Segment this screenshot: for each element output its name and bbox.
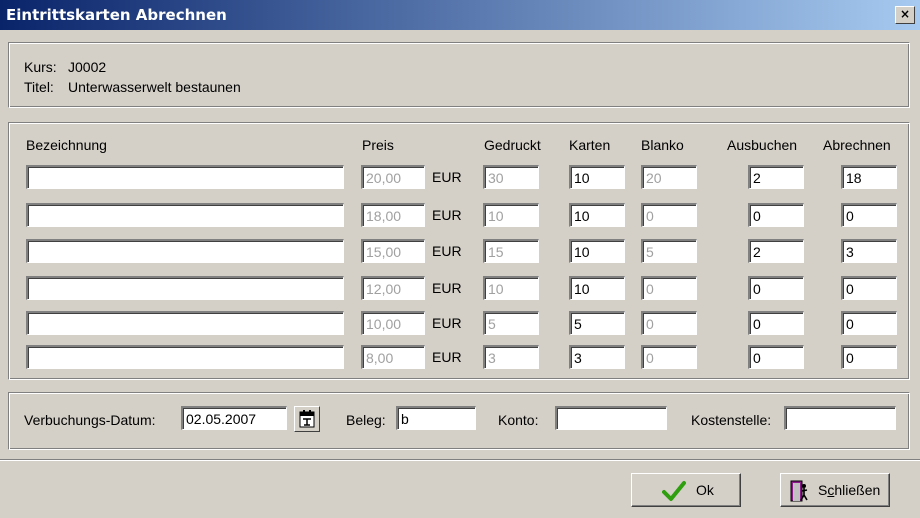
row-3-gedruckt-field: 15 <box>483 239 539 263</box>
row-6-preis-field: 8,00 <box>361 345 425 369</box>
row-6-bezeichnung-field[interactable] <box>26 345 344 369</box>
row-4-gedruckt-field: 10 <box>483 276 539 300</box>
schliessen-label-prefix: S <box>818 482 828 498</box>
row-5-ausbuchen-field[interactable]: 0 <box>748 311 804 335</box>
kostenstelle-field[interactable] <box>784 406 896 430</box>
ok-label: Ok <box>696 482 714 498</box>
ok-button[interactable]: Ok <box>631 473 741 507</box>
row-6-abrechnen-field[interactable]: 0 <box>841 345 897 369</box>
row-1-abrechnen-field[interactable]: 18 <box>841 165 897 189</box>
row-5-preis-field: 10,00 <box>361 311 425 335</box>
header-bezeichnung: Bezeichnung <box>26 137 107 153</box>
row-4-preis-field: 12,00 <box>361 276 425 300</box>
header-preis: Preis <box>362 137 394 153</box>
row-3-karten-field[interactable]: 10 <box>569 239 625 263</box>
row-1-bezeichnung-field[interactable] <box>26 165 344 189</box>
title-bar[interactable]: Eintrittskarten Abrechnen × <box>0 0 920 30</box>
row-2-abrechnen-field[interactable]: 0 <box>841 203 897 227</box>
row-3-abrechnen-field[interactable]: 3 <box>841 239 897 263</box>
row-1-ausbuchen-field[interactable]: 2 <box>748 165 804 189</box>
row-4-currency: EUR <box>432 280 462 296</box>
row-6-karten-field[interactable]: 3 <box>569 345 625 369</box>
datum-label: Verbuchungs-Datum: <box>24 412 156 428</box>
header-karten: Karten <box>569 137 611 153</box>
row-3-ausbuchen-field[interactable]: 2 <box>748 239 804 263</box>
row-6-blanko-field: 0 <box>641 345 697 369</box>
door-exit-icon <box>788 479 810 506</box>
row-2-bezeichnung-field[interactable] <box>26 203 344 227</box>
kurs-label: Kurs: <box>24 59 57 75</box>
schliessen-label-suffix: hließen <box>834 482 881 498</box>
titel-value: Unterwasserwelt bestaunen <box>68 79 241 95</box>
row-4-bezeichnung-field[interactable] <box>26 276 344 300</box>
row-2-preis-field: 18,00 <box>361 203 425 227</box>
footer-separator <box>0 459 920 461</box>
kostenstelle-label: Kostenstelle: <box>691 412 772 428</box>
row-2-ausbuchen-field[interactable]: 0 <box>748 203 804 227</box>
row-3-blanko-field: 5 <box>641 239 697 263</box>
schliessen-button[interactable]: Schließen <box>780 473 890 507</box>
row-6-gedruckt-field: 3 <box>483 345 539 369</box>
row-6-currency: EUR <box>432 349 462 365</box>
row-1-preis-field: 20,00 <box>361 165 425 189</box>
row-2-currency: EUR <box>432 207 462 223</box>
row-4-abrechnen-field[interactable]: 0 <box>841 276 897 300</box>
close-window-button[interactable]: × <box>895 6 915 24</box>
row-5-gedruckt-field: 5 <box>483 311 539 335</box>
calendar-button[interactable] <box>294 406 320 432</box>
header-abrechnen: Abrechnen <box>823 137 891 153</box>
konto-label: Konto: <box>498 412 539 428</box>
row-5-abrechnen-field[interactable]: 0 <box>841 311 897 335</box>
row-5-currency: EUR <box>432 315 462 331</box>
row-4-karten-field[interactable]: 10 <box>569 276 625 300</box>
row-2-gedruckt-field: 10 <box>483 203 539 227</box>
titel-label: Titel: <box>24 79 54 95</box>
row-5-karten-field[interactable]: 5 <box>569 311 625 335</box>
header-blanko: Blanko <box>641 137 684 153</box>
kurs-value: J0002 <box>68 59 107 75</box>
row-5-blanko-field: 0 <box>641 311 697 335</box>
beleg-label: Beleg: <box>346 412 386 428</box>
row-3-bezeichnung-field[interactable] <box>26 239 344 263</box>
row-3-preis-field: 15,00 <box>361 239 425 263</box>
window-title: Eintrittskarten Abrechnen <box>6 6 227 24</box>
schliessen-label: Schließen <box>818 482 880 498</box>
row-2-karten-field[interactable]: 10 <box>569 203 625 227</box>
header-ausbuchen: Ausbuchen <box>727 137 798 153</box>
header-gedruckt: Gedruckt <box>484 137 541 153</box>
row-2-blanko-field: 0 <box>641 203 697 227</box>
row-5-bezeichnung-field[interactable] <box>26 311 344 335</box>
row-6-ausbuchen-field[interactable]: 0 <box>748 345 804 369</box>
row-1-karten-field[interactable]: 10 <box>569 165 625 189</box>
beleg-field[interactable]: b <box>396 406 476 430</box>
checkmark-icon <box>662 480 686 505</box>
calendar-icon <box>295 410 319 434</box>
row-1-gedruckt-field: 30 <box>483 165 539 189</box>
datum-field[interactable]: 02.05.2007 <box>181 406 287 430</box>
row-1-currency: EUR <box>432 169 462 185</box>
konto-field[interactable] <box>555 406 667 430</box>
info-panel <box>8 42 910 108</box>
row-3-currency: EUR <box>432 243 462 259</box>
row-4-ausbuchen-field[interactable]: 0 <box>748 276 804 300</box>
row-1-blanko-field: 20 <box>641 165 697 189</box>
row-4-blanko-field: 0 <box>641 276 697 300</box>
